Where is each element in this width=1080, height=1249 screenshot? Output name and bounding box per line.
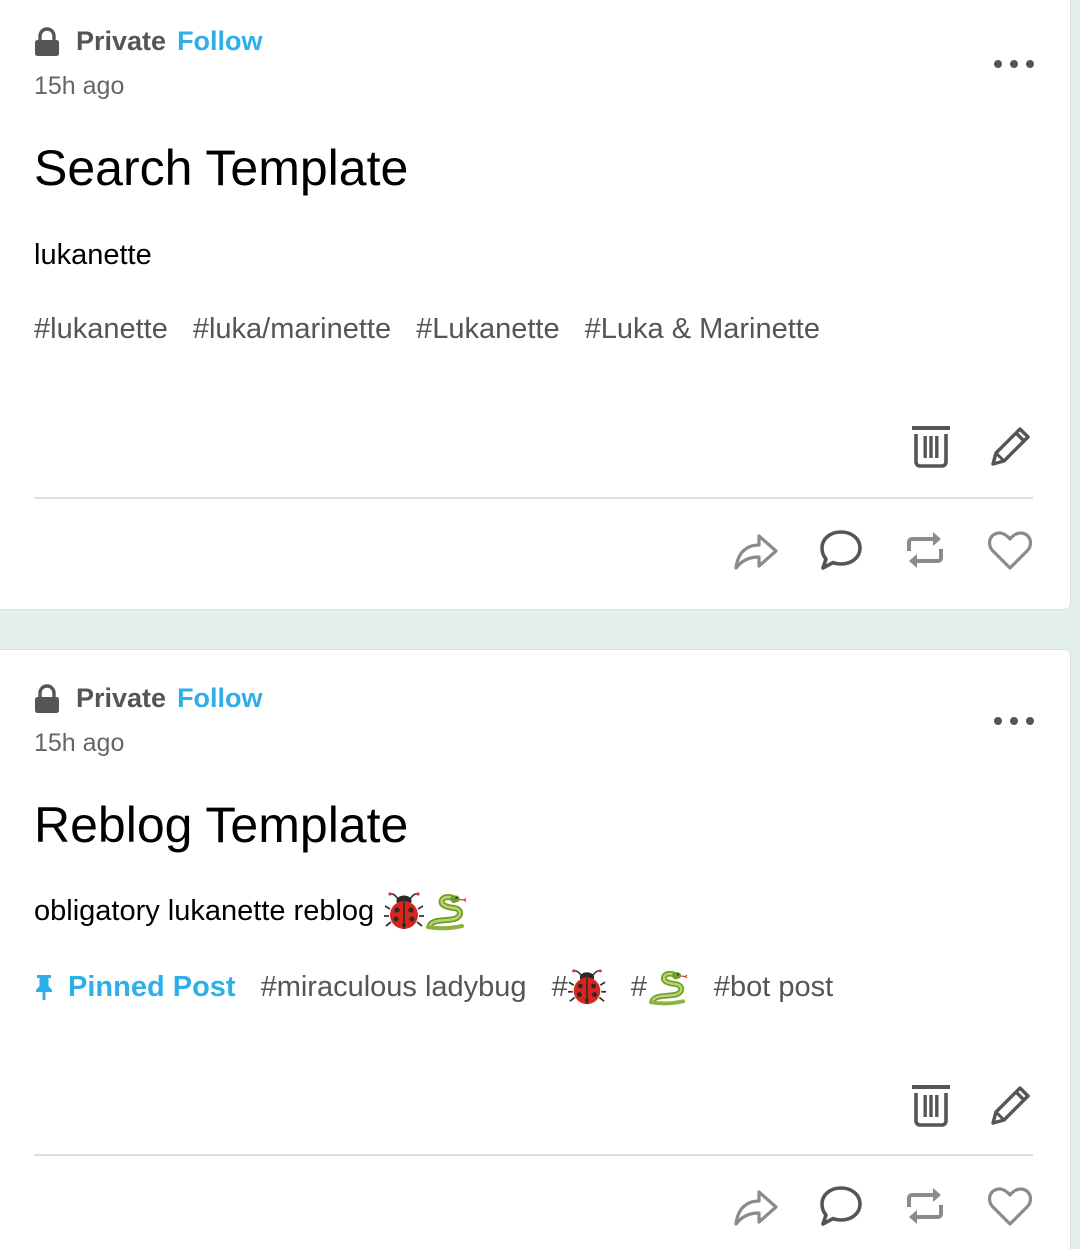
follow-button[interactable]: Follow xyxy=(177,26,262,57)
post-timestamp: 15h ago xyxy=(34,729,125,757)
heart-icon[interactable] xyxy=(987,529,1033,571)
tag-link[interactable]: #miraculous ladybug xyxy=(261,971,527,1004)
lock-icon xyxy=(34,684,60,714)
more-options-icon[interactable] xyxy=(994,713,1034,729)
tag-list: Pinned Post #miraculous ladybug # # #bot… xyxy=(34,968,858,1006)
comment-icon[interactable] xyxy=(819,1185,863,1227)
share-icon[interactable] xyxy=(733,1185,779,1227)
lock-icon xyxy=(34,27,60,57)
tag-link[interactable]: #Luka & Marinette xyxy=(585,313,820,346)
ladybug-icon xyxy=(568,968,606,1006)
tag-hash: # xyxy=(630,970,647,1003)
edit-toolbar xyxy=(911,1083,1033,1127)
visibility-label: Private xyxy=(76,26,167,56)
post-header: Private Follow xyxy=(34,683,263,714)
snake-icon xyxy=(647,968,689,1006)
tag-link-snake[interactable]: # xyxy=(631,968,689,1006)
tag-link[interactable]: #luka/marinette xyxy=(193,313,391,346)
share-icon[interactable] xyxy=(733,529,779,571)
pinned-post-link[interactable]: Pinned Post xyxy=(34,971,236,1004)
post-body-row: obligatory lukanette reblog xyxy=(34,891,468,931)
more-options-icon[interactable] xyxy=(994,56,1034,72)
edit-toolbar xyxy=(911,424,1033,468)
reblog-icon[interactable] xyxy=(903,1185,947,1227)
post-header: Private Follow xyxy=(34,26,263,57)
comment-icon[interactable] xyxy=(819,529,863,571)
tag-link[interactable]: #lukanette xyxy=(34,313,168,346)
trash-icon[interactable] xyxy=(911,1083,951,1127)
pencil-icon[interactable] xyxy=(989,424,1033,468)
trash-icon[interactable] xyxy=(911,424,951,468)
pencil-icon[interactable] xyxy=(989,1083,1033,1127)
post-body: lukanette xyxy=(34,239,152,271)
heart-icon[interactable] xyxy=(987,1185,1033,1227)
tag-link[interactable]: #Lukanette xyxy=(416,313,560,346)
ladybug-icon xyxy=(384,891,424,931)
post-title: Reblog Template xyxy=(34,797,409,853)
tag-hash: # xyxy=(551,970,568,1003)
tag-link[interactable]: #bot post xyxy=(714,971,833,1004)
visibility-label: Private xyxy=(76,683,167,713)
pinned-post-label: Pinned Post xyxy=(68,970,236,1003)
post-body: obligatory lukanette reblog xyxy=(34,894,375,927)
reblog-icon[interactable] xyxy=(903,529,947,571)
tag-list: #lukanette #luka/marinette #Lukanette #L… xyxy=(34,313,845,346)
divider xyxy=(34,497,1033,499)
post-title: Search Template xyxy=(34,140,409,196)
action-bar xyxy=(733,1185,1033,1227)
post-timestamp: 15h ago xyxy=(34,72,125,100)
snake-icon xyxy=(424,891,468,931)
tag-link-ladybug[interactable]: # xyxy=(552,968,606,1006)
post-card: Private Follow 15h ago Reblog Template o… xyxy=(0,649,1071,1249)
post-card: Private Follow 15h ago Search Template l… xyxy=(0,0,1071,610)
pin-icon xyxy=(34,973,54,1001)
divider xyxy=(34,1154,1033,1156)
action-bar xyxy=(733,529,1033,571)
follow-button[interactable]: Follow xyxy=(177,683,262,714)
